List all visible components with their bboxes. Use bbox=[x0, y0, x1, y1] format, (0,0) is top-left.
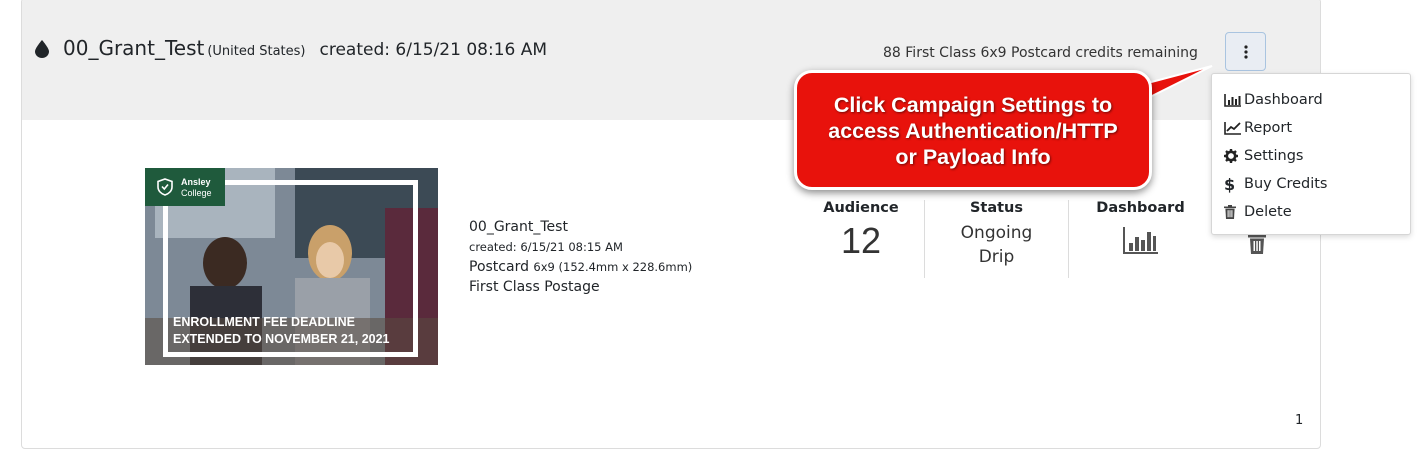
mailpiece-thumbnail[interactable]: Ansley College ENROLLMENT FEE DEADLINE E… bbox=[145, 168, 438, 365]
bar-chart-icon bbox=[1224, 94, 1241, 107]
shield-icon bbox=[157, 178, 173, 196]
trash-icon bbox=[1248, 233, 1266, 254]
instruction-callout: Click Campaign Settings to access Authen… bbox=[794, 70, 1152, 190]
trash-icon bbox=[1224, 205, 1236, 219]
mailpiece-size: 6x9 (152.4mm x 228.6mm) bbox=[533, 260, 693, 274]
audience-stat: Audience 12 bbox=[798, 200, 924, 262]
mailpiece-info: 00_Grant_Test created: 6/15/21 08:15 AM … bbox=[469, 217, 692, 297]
callout-line-2: access Authentication/HTTP bbox=[828, 119, 1118, 143]
bar-chart-icon bbox=[1122, 227, 1158, 254]
gear-icon bbox=[1224, 149, 1238, 163]
callout-text: Click Campaign Settings to access Authen… bbox=[797, 92, 1149, 170]
mailpiece-type-label: Postcard bbox=[469, 259, 529, 275]
menu-item-settings[interactable]: Settings bbox=[1212, 142, 1410, 170]
mailpiece-headline: ENROLLMENT FEE DEADLINE EXTENDED TO NOVE… bbox=[173, 314, 390, 348]
dollar-icon: $ bbox=[1224, 174, 1236, 194]
logo-subtitle: College bbox=[181, 188, 212, 198]
status-stat: Status Ongoing Drip bbox=[924, 200, 1068, 278]
campaign-menu-button[interactable] bbox=[1225, 32, 1266, 71]
vertical-ellipsis-icon bbox=[1243, 44, 1248, 59]
headline-line-2: EXTENDED TO NOVEMBER 21, 2021 bbox=[173, 332, 390, 346]
dashboard-stat: Dashboard bbox=[1068, 200, 1212, 278]
campaign-card: 00_Grant_Test (United States) created: 6/1… bbox=[21, 0, 1321, 449]
menu-item-dashboard[interactable]: Dashboard bbox=[1212, 86, 1410, 114]
callout-line-1: Click Campaign Settings to bbox=[833, 93, 1113, 117]
campaign-created: created: 6/15/21 08:16 AM bbox=[319, 40, 548, 60]
mailpiece-postage: First Class Postage bbox=[469, 279, 600, 295]
mailpiece-type: Postcard 6x9 (152.4mm x 228.6mm) bbox=[469, 257, 692, 277]
callout-line-3: or Payload Info bbox=[895, 145, 1051, 169]
audience-label: Audience bbox=[823, 200, 899, 216]
credits-remaining: 88 First Class 6x9 Postcard credits rema… bbox=[883, 45, 1198, 61]
menu-item-label: Report bbox=[1244, 120, 1293, 136]
dashboard-label: Dashboard bbox=[1096, 200, 1185, 216]
campaign-dropdown-menu: Dashboard Report Settings $ Buy Credits … bbox=[1211, 73, 1411, 235]
mailpiece-created: created: 6/15/21 08:15 AM bbox=[469, 240, 623, 254]
dashboard-link[interactable] bbox=[1069, 225, 1212, 259]
status-line-2: Drip bbox=[978, 247, 1015, 267]
logo-name: Ansley bbox=[181, 177, 211, 187]
menu-item-label: Buy Credits bbox=[1244, 176, 1328, 192]
menu-item-report[interactable]: Report bbox=[1212, 114, 1410, 142]
audience-value: 12 bbox=[840, 220, 882, 261]
menu-item-delete[interactable]: Delete bbox=[1212, 198, 1410, 226]
line-chart-icon bbox=[1224, 122, 1241, 135]
menu-item-label: Settings bbox=[1244, 148, 1304, 164]
ink-drop-icon bbox=[35, 40, 49, 58]
campaign-title: 00_Grant_Test bbox=[63, 36, 205, 60]
pagination-page[interactable]: 1 bbox=[1295, 413, 1303, 428]
status-line-1: Ongoing bbox=[960, 223, 1033, 243]
mailpiece-name: 00_Grant_Test bbox=[469, 219, 568, 235]
callout-pointer bbox=[1140, 65, 1213, 101]
status-value: Ongoing Drip bbox=[925, 221, 1068, 269]
headline-line-1: ENROLLMENT FEE DEADLINE bbox=[173, 315, 355, 329]
menu-item-buy-credits[interactable]: $ Buy Credits bbox=[1212, 170, 1410, 198]
menu-item-label: Dashboard bbox=[1244, 92, 1323, 108]
campaign-country: (United States) bbox=[207, 44, 306, 59]
menu-item-label: Delete bbox=[1244, 204, 1292, 220]
status-label: Status bbox=[969, 200, 1024, 216]
college-logo: Ansley College bbox=[145, 168, 225, 206]
delete-campaign-button[interactable] bbox=[1248, 233, 1266, 258]
campaign-title-row: 00_Grant_Test (United States) created: 6/1… bbox=[63, 36, 547, 60]
